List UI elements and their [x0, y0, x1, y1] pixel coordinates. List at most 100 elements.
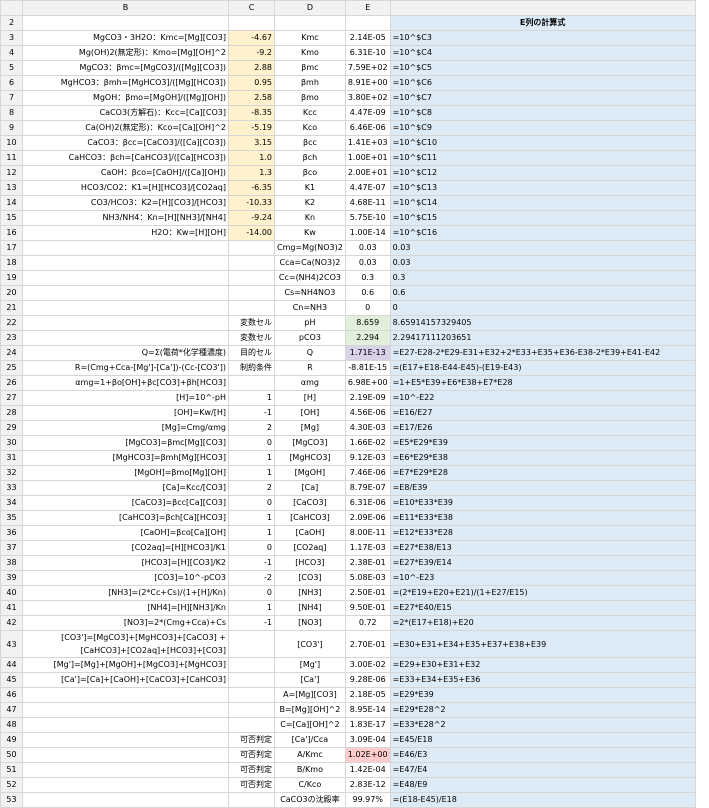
cell-d[interactable]: Cn=NH3 — [274, 300, 346, 316]
cell-d[interactable]: [Mg'] — [274, 657, 346, 673]
cell-e[interactable]: 1.66E-02 — [344, 435, 391, 451]
cell-b[interactable]: MgCO3・3H2O：Kmc=[Mg][CO3] — [22, 30, 229, 46]
cell-c[interactable]: 1 — [228, 600, 275, 616]
row-number[interactable]: 14 — [0, 195, 23, 211]
cell-d[interactable]: βmo — [274, 90, 346, 106]
cell-e[interactable]: 4.47E-09 — [344, 105, 391, 121]
cell-formula[interactable]: =10^$C16 — [389, 225, 696, 241]
cell-b[interactable]: [CaHCO3]=βch[Ca][HCO3] — [22, 510, 229, 526]
row-number[interactable]: 2 — [0, 15, 23, 31]
cell-d[interactable]: C=[Ca][OH]^2 — [274, 717, 346, 733]
row-number[interactable]: 17 — [0, 240, 23, 256]
cell-formula[interactable]: 0.03 — [389, 240, 696, 256]
cell-e[interactable]: 4.56E-06 — [344, 405, 391, 421]
cell-d[interactable]: [CO3] — [274, 570, 346, 586]
cell-d[interactable]: K2 — [274, 195, 346, 211]
cell-e[interactable]: 4.30E-03 — [344, 420, 391, 436]
cell-e[interactable]: 1.00E-14 — [344, 225, 391, 241]
cell-d[interactable]: B=[Mg][OH]^2 — [274, 702, 346, 718]
cell-b[interactable]: [Ca']=[Ca]+[CaOH]+[CaCO3]+[CaHCO3] — [22, 672, 229, 688]
cell-formula[interactable]: =1+E5*E39+E6*E38+E7*E28 — [389, 375, 696, 391]
cell-formula[interactable]: =E33+E34+E35+E36 — [389, 672, 696, 688]
row-number[interactable]: 27 — [0, 390, 23, 406]
cell-d[interactable] — [274, 15, 346, 31]
row-number[interactable]: 44 — [0, 657, 23, 673]
cell-d[interactable]: [NO3] — [274, 615, 346, 631]
cell-e[interactable]: 2.83E-12 — [344, 777, 391, 793]
cell-formula[interactable]: =E12*E33*E28 — [389, 525, 696, 541]
cell-d[interactable]: [Ca'] — [274, 672, 346, 688]
formula-column-title[interactable]: E列の計算式 — [389, 15, 696, 31]
row-number[interactable]: 39 — [0, 570, 23, 586]
row-number[interactable]: 32 — [0, 465, 23, 481]
cell-d[interactable]: Kco — [274, 120, 346, 136]
row-number[interactable]: 53 — [0, 792, 23, 808]
cell-e[interactable]: 5.08E-03 — [344, 570, 391, 586]
cell-b[interactable]: [CO3]=10^-pCO3 — [22, 570, 229, 586]
cell-e[interactable]: 1.41E+03 — [344, 135, 391, 151]
column-header-b[interactable]: B — [22, 0, 229, 16]
cell-b[interactable]: R=(Cmg+Cca-[Mg']-[Ca'])-(Cc-[CO3']) — [22, 360, 229, 376]
column-header-c[interactable]: C — [228, 0, 275, 16]
cell-c[interactable] — [228, 270, 275, 286]
row-number[interactable]: 15 — [0, 210, 23, 226]
cell-c[interactable]: 0 — [228, 585, 275, 601]
row-number[interactable]: 26 — [0, 375, 23, 391]
cell-d[interactable]: K1 — [274, 180, 346, 196]
cell-e[interactable]: 1.17E-03 — [344, 540, 391, 556]
row-number[interactable]: 34 — [0, 495, 23, 511]
cell-formula[interactable]: 8.65914157329405 — [389, 315, 696, 331]
cell-d[interactable]: [MgHCO3] — [274, 450, 346, 466]
cell-b[interactable]: CaHCO3：βch=[CaHCO3]/([Ca][HCO3]) — [22, 150, 229, 166]
cell-formula[interactable]: 0.03 — [389, 255, 696, 271]
row-number[interactable]: 30 — [0, 435, 23, 451]
cell-c[interactable]: 2.58 — [228, 90, 275, 106]
cell-c[interactable]: 変数セル — [228, 315, 275, 331]
cell-e[interactable]: 0.03 — [344, 255, 391, 271]
cell-d[interactable]: βcc — [274, 135, 346, 151]
row-number[interactable]: 48 — [0, 717, 23, 733]
cell-c[interactable]: 1.0 — [228, 150, 275, 166]
cell-b[interactable] — [22, 315, 229, 331]
cell-e[interactable]: -8.81E-15 — [344, 360, 391, 376]
row-number[interactable]: 3 — [0, 30, 23, 46]
cell-formula[interactable]: =10^-E22 — [389, 390, 696, 406]
row-number[interactable]: 9 — [0, 120, 23, 136]
cell-formula[interactable]: =E27*E38/E13 — [389, 540, 696, 556]
cell-b[interactable]: CaOH：βco=[CaOH]/([Ca][OH]) — [22, 165, 229, 181]
cell-formula[interactable]: =E29*E39 — [389, 687, 696, 703]
cell-b[interactable]: [NO3]=2*(Cmg+Cca)+Cs — [22, 615, 229, 631]
cell-d[interactable]: [NH4] — [274, 600, 346, 616]
cell-b[interactable]: CO3/HCO3：K2=[H][CO3]/[HCO3] — [22, 195, 229, 211]
cell-b[interactable]: [CO2aq]=[H][HCO3]/K1 — [22, 540, 229, 556]
row-number[interactable]: 8 — [0, 105, 23, 121]
cell-d[interactable]: Cs=NH4NO3 — [274, 285, 346, 301]
row-number[interactable]: 22 — [0, 315, 23, 331]
cell-e[interactable]: 9.28E-06 — [344, 672, 391, 688]
cell-c[interactable] — [228, 792, 275, 808]
column-header-e[interactable]: E — [344, 0, 391, 16]
cell-formula[interactable]: =E27*E40/E15 — [389, 600, 696, 616]
row-number[interactable]: 5 — [0, 60, 23, 76]
cell-e[interactable]: 1.42E-04 — [344, 762, 391, 778]
cell-d[interactable]: C/Kco — [274, 777, 346, 793]
row-number[interactable]: 51 — [0, 762, 23, 778]
cell-formula[interactable]: 0.6 — [389, 285, 696, 301]
cell-e[interactable]: 2.18E-05 — [344, 687, 391, 703]
cell-d[interactable]: [CO3'] — [274, 630, 346, 658]
cell-e[interactable]: 0.03 — [344, 240, 391, 256]
cell-b[interactable]: CaCO3(方解石)：Kcc=[Ca][CO3] — [22, 105, 229, 121]
cell-e[interactable]: 9.50E-01 — [344, 600, 391, 616]
cell-e[interactable]: 6.31E-06 — [344, 495, 391, 511]
cell-b[interactable]: CaCO3：βcc=[CaCO3]/([Ca][CO3]) — [22, 135, 229, 151]
cell-c[interactable]: -5.19 — [228, 120, 275, 136]
cell-formula[interactable]: =10^$C13 — [389, 180, 696, 196]
row-number[interactable]: 13 — [0, 180, 23, 196]
cell-b[interactable]: HCO3/CO2：K1=[H][HCO3]/[CO2aq] — [22, 180, 229, 196]
cell-b[interactable]: [OH]=Kw/[H] — [22, 405, 229, 421]
cell-b[interactable] — [22, 240, 229, 256]
cell-c[interactable]: 1 — [228, 450, 275, 466]
cell-c[interactable]: 制約条件 — [228, 360, 275, 376]
cell-e[interactable]: 7.59E+02 — [344, 60, 391, 76]
row-number[interactable]: 38 — [0, 555, 23, 571]
